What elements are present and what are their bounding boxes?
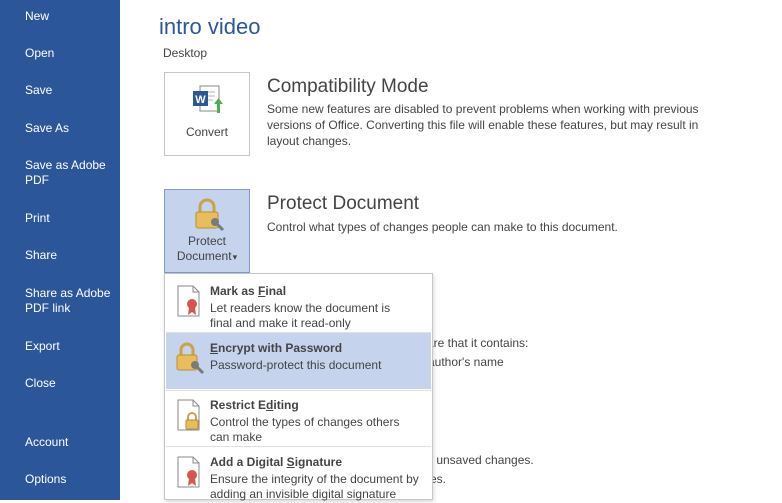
- svg-text:W: W: [195, 94, 206, 106]
- inspect-text-2: author's name: [428, 355, 504, 369]
- nav-share[interactable]: Share: [25, 248, 57, 263]
- protect-document-menu: Mark as Final Let readers know the docum…: [164, 273, 433, 503]
- protect-label-line1: Protect: [187, 234, 226, 248]
- restrict-editing-icon: [177, 399, 200, 431]
- lock-key-icon: [176, 342, 204, 375]
- protect-document-button[interactable]: Protect Document▾: [164, 189, 250, 273]
- lock-key-icon: [195, 198, 225, 232]
- menu-item-title: Mark as Final: [210, 284, 287, 298]
- menu-item-title: Add a Digital Signature: [210, 455, 343, 469]
- inspect-text-1: are that it contains:: [427, 336, 529, 350]
- nav-print[interactable]: Print: [25, 211, 50, 226]
- menu-item-description: Control the types of changes others can …: [210, 415, 400, 444]
- document-location: Desktop: [163, 46, 208, 60]
- compatibility-description: Some new features are disabled to preven…: [267, 102, 699, 148]
- menu-item-description: Ensure the integrity of the document by …: [210, 472, 419, 501]
- nav-new[interactable]: New: [25, 9, 49, 24]
- backstage-nav: New Open Save Save As Save as Adobe PDF P…: [0, 0, 120, 500]
- compatibility-title: Compatibility Mode: [267, 76, 429, 97]
- menu-item-add-digital-signature[interactable]: Add a Digital Signature Ensure the integ…: [166, 447, 431, 503]
- convert-button[interactable]: W Convert: [164, 72, 250, 156]
- nav-close[interactable]: Close: [25, 376, 56, 391]
- nav-save-as-adobe-pdf[interactable]: Save as Adobe PDF: [25, 158, 106, 188]
- versions-text-1: r unsaved changes.: [429, 453, 534, 467]
- document-title: intro video: [159, 14, 261, 39]
- word-convert-icon: W: [193, 85, 223, 113]
- menu-item-encrypt-with-password[interactable]: Encrypt with Password Password-protect t…: [166, 333, 431, 389]
- menu-item-title: Restrict Editing: [210, 398, 299, 412]
- mark-final-icon: [177, 285, 200, 317]
- menu-item-description: Let readers know the document is final a…: [210, 301, 391, 330]
- nav-open[interactable]: Open: [25, 46, 54, 61]
- nav-share-as-adobe-pdf-link[interactable]: Share as Adobe PDF link: [25, 286, 110, 316]
- protect-description: Control what types of changes people can…: [267, 220, 618, 234]
- convert-label: Convert: [185, 125, 229, 139]
- menu-item-restrict-editing[interactable]: Restrict Editing Control the types of ch…: [166, 390, 431, 446]
- nav-options[interactable]: Options: [25, 472, 66, 487]
- menu-item-mark-as-final[interactable]: Mark as Final Let readers know the docum…: [166, 276, 431, 332]
- menu-item-title: Encrypt with Password: [210, 341, 343, 355]
- chevron-down-icon: ▾: [232, 252, 238, 262]
- protect-title: Protect Document: [267, 193, 420, 214]
- nav-save-as[interactable]: Save As: [25, 121, 69, 136]
- nav-account[interactable]: Account: [25, 435, 68, 450]
- nav-save[interactable]: Save: [25, 83, 52, 98]
- digital-signature-icon: [177, 456, 200, 488]
- nav-export[interactable]: Export: [25, 339, 60, 354]
- menu-item-description: Password-protect this document: [210, 358, 382, 372]
- protect-label-line2: Document▾: [176, 249, 238, 263]
